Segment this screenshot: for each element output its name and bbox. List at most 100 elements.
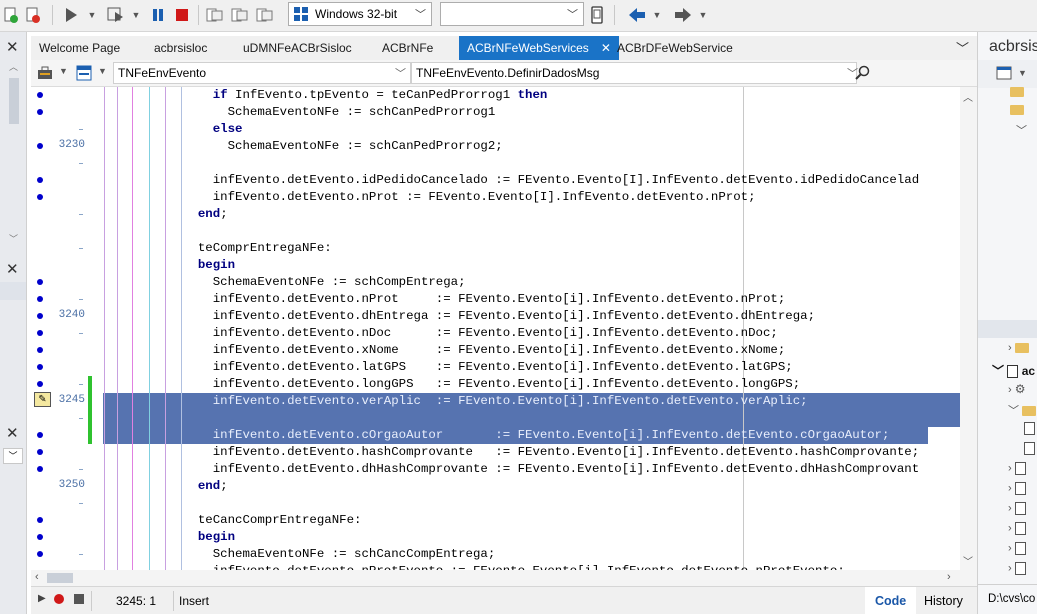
chevron-down-icon[interactable]: ﹀	[1016, 122, 1027, 138]
code-line[interactable]: infEvento.detEvento.nProtEvento := FEven…	[31, 563, 960, 570]
code-line[interactable]: 3230 SchemaEventoNFe := schCanPedProrrog…	[31, 138, 960, 155]
executable-line-marker[interactable]	[37, 449, 43, 455]
toolbox-icon[interactable]	[37, 65, 55, 84]
panel-scrollbar-thumb[interactable]	[9, 78, 19, 124]
close-icon[interactable]: ✕	[6, 426, 19, 441]
breakpoint-bookmark-icon[interactable]: ✎	[34, 392, 51, 407]
scrollbar-thumb[interactable]	[47, 573, 73, 583]
device-icon[interactable]	[586, 4, 608, 26]
structure-icon[interactable]	[76, 65, 92, 84]
executable-line-marker[interactable]	[37, 347, 43, 353]
scroll-down-icon[interactable]: ﹀	[963, 553, 973, 568]
back-dropdown-icon[interactable]: ▼	[652, 6, 662, 24]
code-line[interactable]: infEvento.detEvento.nDoc := FEvento.Even…	[31, 325, 960, 342]
executable-line-marker[interactable]	[37, 517, 43, 523]
code-line[interactable]: infEvento.detEvento.nProt := FEvento.Eve…	[31, 189, 960, 206]
new-file-icon[interactable]	[0, 4, 22, 26]
close-icon[interactable]: ✕	[6, 40, 19, 55]
run-icon[interactable]	[60, 4, 82, 26]
code-line[interactable]: teCancComprEntregaNFe:	[31, 512, 960, 529]
code-line[interactable]: teComprEntregaNFe:	[31, 240, 960, 257]
search-icon[interactable]	[855, 65, 871, 84]
pause-icon[interactable]	[147, 4, 169, 26]
code-line[interactable]: SchemaEventoNFe := schCancCompEntrega;	[31, 546, 960, 563]
executable-line-marker[interactable]	[37, 194, 43, 200]
executable-line-marker[interactable]	[37, 313, 43, 319]
editor-horizontal-scrollbar[interactable]: ‹ ›	[31, 570, 977, 586]
run-without-debug-icon[interactable]	[105, 4, 127, 26]
code-line[interactable]: infEvento.detEvento.nProt := FEvento.Eve…	[31, 291, 960, 308]
tab-welcome-page[interactable]: Welcome Page	[31, 36, 128, 60]
scroll-down-icon[interactable]: ﹀	[9, 232, 18, 245]
code-line[interactable]: infEvento.detEvento.latGPS := FEvento.Ev…	[31, 359, 960, 376]
code-line[interactable]: begin	[31, 529, 960, 546]
executable-line-marker[interactable]	[37, 466, 43, 472]
executable-line-marker[interactable]	[37, 296, 43, 302]
tab-code[interactable]: Code	[865, 587, 917, 614]
code-line[interactable]: end;	[31, 206, 960, 223]
code-line[interactable]: infEvento.detEvento.hashComprovante := F…	[31, 444, 960, 461]
scroll-up-icon[interactable]: ︿	[963, 89, 973, 104]
tab-history[interactable]: History	[914, 587, 973, 614]
executable-line-marker[interactable]	[37, 279, 43, 285]
stop-icon[interactable]	[171, 4, 193, 26]
platform-select[interactable]: Windows 32-bit ﹀	[288, 2, 432, 26]
code-line[interactable]: else	[31, 121, 960, 138]
close-icon[interactable]: ✕	[6, 262, 19, 277]
run-to-cursor-icon[interactable]	[254, 4, 276, 26]
code-line[interactable]	[31, 495, 960, 512]
project-options-icon[interactable]	[996, 66, 1012, 83]
executable-line-marker[interactable]	[37, 381, 43, 387]
tab-acbrsisloc[interactable]: acbrsisloc	[146, 36, 215, 60]
tab-acbrnfewebservices[interactable]: ACBrNFeWebServices ✕	[459, 36, 619, 60]
scroll-right-icon[interactable]: ›	[947, 571, 951, 583]
record-macro-icon[interactable]	[54, 594, 64, 604]
code-line[interactable]	[31, 223, 960, 240]
code-line[interactable]: 3245 infEvento.detEvento.verAplic := FEv…	[31, 393, 960, 410]
code-line[interactable]	[31, 410, 960, 427]
scroll-up-icon[interactable]: ︿	[9, 60, 19, 76]
executable-line-marker[interactable]	[37, 432, 43, 438]
trace-into-icon[interactable]	[229, 4, 251, 26]
stop-macro-icon[interactable]	[74, 594, 84, 604]
executable-line-marker[interactable]	[37, 109, 43, 115]
executable-line-marker[interactable]	[37, 92, 43, 98]
code-editor[interactable]: if InfEvento.tpEvento = teCanPedProrrog1…	[31, 87, 960, 570]
play-macro-icon[interactable]: ▶	[38, 593, 46, 604]
executable-line-marker[interactable]	[37, 143, 43, 149]
project-node[interactable]: ﹀ ac	[992, 362, 1035, 379]
tab-udmnfeacbrsisloc[interactable]: uDMNFeACBrSisloc	[235, 36, 360, 60]
code-line[interactable]	[31, 155, 960, 172]
step-over-icon[interactable]	[204, 4, 226, 26]
back-icon[interactable]	[626, 4, 648, 26]
code-line[interactable]: infEvento.detEvento.cOrgaoAutor := FEven…	[31, 427, 960, 444]
code-line[interactable]: begin	[31, 257, 960, 274]
configuration-select[interactable]: ﹀	[440, 2, 584, 26]
method-selector[interactable]: TNFeEnvEvento.DefinirDadosMsg ﹀	[411, 62, 858, 84]
executable-line-marker[interactable]	[37, 177, 43, 183]
executable-line-marker[interactable]	[37, 534, 43, 540]
executable-line-marker[interactable]	[37, 364, 43, 370]
close-project-icon[interactable]	[22, 4, 44, 26]
code-line[interactable]: 3250 end;	[31, 478, 960, 495]
chevron-down-icon[interactable]: ▼	[98, 66, 107, 76]
code-line[interactable]: SchemaEventoNFe := schCanPedProrrog1	[31, 104, 960, 121]
class-selector[interactable]: TNFeEnvEvento ﹀	[113, 62, 411, 84]
code-line[interactable]: 3240 infEvento.detEvento.dhEntrega := FE…	[31, 308, 960, 325]
run-dropdown-icon[interactable]: ▼	[87, 6, 97, 24]
forward-dropdown-icon[interactable]: ▼	[698, 6, 708, 24]
code-line[interactable]: infEvento.detEvento.xNome := FEvento.Eve…	[31, 342, 960, 359]
tab-acbrdfewebservice[interactable]: ACBrDFeWebService	[609, 36, 741, 60]
executable-line-marker[interactable]	[37, 330, 43, 336]
code-line[interactable]: infEvento.detEvento.idPedidoCancelado :=…	[31, 172, 960, 189]
code-line[interactable]: if InfEvento.tpEvento = teCanPedProrrog1…	[31, 87, 960, 104]
chevron-down-icon[interactable]: ▼	[59, 66, 68, 76]
chevron-down-icon[interactable]: ▼	[1018, 68, 1027, 78]
scroll-left-icon[interactable]: ‹	[35, 571, 39, 583]
code-line[interactable]: infEvento.detEvento.dhHashComprovante :=…	[31, 461, 960, 478]
chevron-down-icon[interactable]: ﹀	[3, 448, 23, 464]
editor-vertical-scrollbar[interactable]: ︿ ﹀	[960, 87, 977, 570]
tab-acbrnfe[interactable]: ACBrNFe	[374, 36, 441, 60]
forward-icon[interactable]	[672, 4, 694, 26]
run-options-dropdown-icon[interactable]: ▼	[131, 6, 141, 24]
